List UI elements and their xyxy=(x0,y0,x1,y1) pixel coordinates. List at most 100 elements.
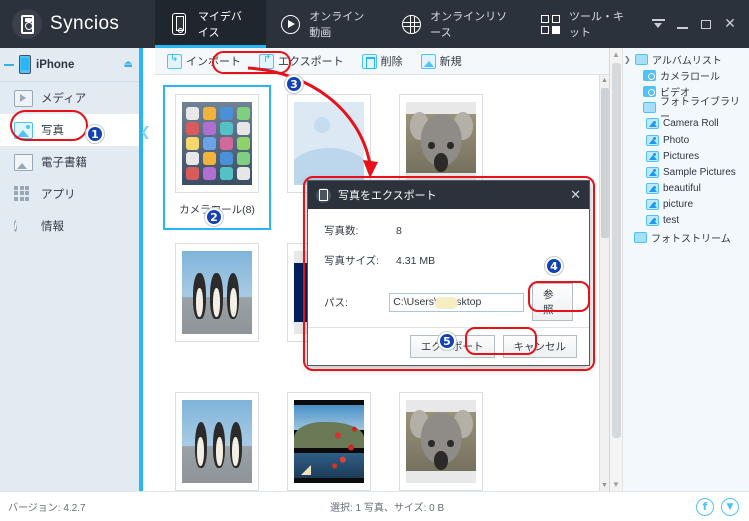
path-input[interactable]: C:\Users\ \Desktop xyxy=(389,292,524,312)
picture-icon xyxy=(646,134,659,146)
eject-icon[interactable]: ⏏ xyxy=(124,59,133,70)
brand: Syncios xyxy=(0,0,155,48)
grid-scrollbar[interactable]: ▲ ▼ xyxy=(599,75,609,491)
album-item-picture[interactable]: picture xyxy=(624,197,749,213)
scroll-down-icon[interactable]: ▼ xyxy=(600,480,609,491)
maximize-icon[interactable] xyxy=(695,12,717,36)
album-item-label: beautiful xyxy=(663,183,701,195)
sidebar-splitter[interactable] xyxy=(139,48,143,491)
album-item-pictures[interactable]: Pictures xyxy=(624,148,749,164)
dialog-close-icon[interactable]: ✕ xyxy=(570,188,581,203)
penguins-thumbnail-image xyxy=(182,251,252,334)
album-tree-root[interactable]: ❯ アルバムリスト xyxy=(624,51,749,67)
album-item-beautiful[interactable]: beautiful xyxy=(624,181,749,197)
media-icon xyxy=(14,89,33,107)
callout-badge-3: 3 xyxy=(285,75,303,93)
left-sidebar: iPhone ⏏ メディア 写真 電子書籍 アプリ i 情報 xyxy=(0,48,139,491)
collapse-dash-icon xyxy=(4,63,14,66)
browse-button[interactable]: 参照 xyxy=(531,283,573,321)
album-list-scrollbar[interactable]: ▲ ▼ xyxy=(610,48,623,491)
sidebar-item-apps[interactable]: アプリ xyxy=(0,178,139,210)
export-icon xyxy=(259,53,274,69)
scroll-down-icon[interactable]: ▼ xyxy=(610,478,622,491)
export-button[interactable]: エクスポート xyxy=(252,51,351,71)
album-item-camera-roll-jp[interactable]: カメラロール xyxy=(624,67,749,83)
syncios-window: Syncios マイデバイス オンライン動画 オンラインリソース ツール・キット xyxy=(0,0,749,521)
album-thumbnail xyxy=(399,392,483,491)
blank-thumbnail-image xyxy=(294,102,364,185)
album-item-label: test xyxy=(663,215,680,227)
syncios-logo-icon xyxy=(316,187,331,203)
album-item-test[interactable]: test xyxy=(624,213,749,229)
scroll-up-icon[interactable]: ▲ xyxy=(610,48,622,61)
import-button[interactable]: インポート xyxy=(160,51,248,71)
album-thumbnail xyxy=(287,94,371,193)
photo-count-value: 8 xyxy=(396,224,402,237)
social-links: f ▼ xyxy=(696,497,749,516)
picture-icon xyxy=(646,215,659,227)
book-icon xyxy=(14,153,33,171)
cancel-button[interactable]: キャンセル xyxy=(502,335,577,358)
album-item-label: Photo xyxy=(663,134,690,146)
delete-button[interactable]: 削除 xyxy=(355,51,410,71)
album-thumbnail xyxy=(175,243,259,342)
callout-badge-4: 4 xyxy=(545,257,563,275)
tab-my-device[interactable]: マイデバイス xyxy=(155,0,267,48)
album-cell-beautiful[interactable] xyxy=(275,383,383,491)
chevron-right-icon[interactable]: ❯ xyxy=(624,55,631,64)
sidebar-item-info[interactable]: i 情報 xyxy=(0,210,139,242)
new-button[interactable]: 新規 xyxy=(414,51,469,71)
chevron-left-icon[interactable]: ❮ xyxy=(140,124,151,140)
photo-size-value: 4.31 MB xyxy=(396,254,436,267)
lake-thumbnail-image xyxy=(294,400,364,483)
device-row[interactable]: iPhone ⏏ xyxy=(0,48,139,82)
menu-icon[interactable] xyxy=(647,12,669,36)
tab-toolkit-label: ツール・キット xyxy=(569,11,625,39)
facebook-icon[interactable]: f xyxy=(696,497,714,516)
tab-online-resources-label: オンラインリソース xyxy=(430,11,508,39)
phone-icon xyxy=(169,12,189,36)
main-nav-tabs: マイデバイス オンライン動画 オンラインリソース ツール・キット xyxy=(155,0,647,48)
sidebar-item-ebooks[interactable]: 電子書籍 xyxy=(0,146,139,178)
device-name: iPhone xyxy=(36,58,75,71)
sidebar-item-photos[interactable]: 写真 xyxy=(0,114,139,146)
album-item-sample-pictures[interactable]: Sample Pictures xyxy=(624,164,749,180)
delete-icon xyxy=(361,53,377,69)
tab-toolkit[interactable]: ツール・キット xyxy=(526,0,647,48)
photo-count-row: 写真数: 8 xyxy=(324,223,573,238)
album-cell-picture[interactable]: picture(4) xyxy=(387,383,495,491)
scrollbar-thumb[interactable] xyxy=(612,63,621,438)
tab-online-video[interactable]: オンライン動画 xyxy=(266,0,387,48)
twitter-icon[interactable]: ▼ xyxy=(721,497,739,516)
album-item-photo-library[interactable]: フォトライブラリー xyxy=(624,97,749,123)
album-folder-icon xyxy=(634,231,647,243)
close-icon[interactable]: ✕ xyxy=(719,12,741,36)
sidebar-item-media[interactable]: メディア xyxy=(0,82,139,114)
scroll-up-icon[interactable]: ▲ xyxy=(600,75,609,86)
camera-icon xyxy=(643,85,656,97)
picture-icon xyxy=(646,183,659,195)
version-label: バージョン: 4.2.7 xyxy=(8,503,86,514)
tab-online-resources[interactable]: オンラインリソース xyxy=(387,0,526,48)
callout-badge-5: 5 xyxy=(438,332,456,350)
minimize-icon[interactable] xyxy=(671,12,693,36)
picture-icon xyxy=(646,199,659,211)
album-cell-sample-pictures[interactable] xyxy=(163,383,271,491)
sidebar-item-info-label: 情報 xyxy=(41,221,64,233)
album-cell-camera-roll-en[interactable] xyxy=(163,234,271,379)
tab-my-device-label: マイデバイス xyxy=(197,11,242,39)
redaction-mask xyxy=(435,296,459,309)
album-item-photo-stream[interactable]: フォトストリーム xyxy=(624,229,749,245)
callout-badge-2: 2 xyxy=(205,208,223,226)
picture-icon xyxy=(646,150,659,162)
album-item-photo[interactable]: Photo xyxy=(624,132,749,148)
scrollbar-thumb[interactable] xyxy=(601,88,609,238)
sidebar-item-media-label: メディア xyxy=(41,93,87,105)
syncios-logo-icon xyxy=(12,9,42,39)
sidebar-item-apps-label: アプリ xyxy=(41,189,76,201)
globe-icon xyxy=(401,12,421,36)
album-tree-root-label: アルバムリスト xyxy=(652,55,722,67)
album-thumbnail xyxy=(287,392,371,491)
album-item-label: フォトストリーム xyxy=(651,233,731,245)
album-item-label: Sample Pictures xyxy=(663,166,736,178)
